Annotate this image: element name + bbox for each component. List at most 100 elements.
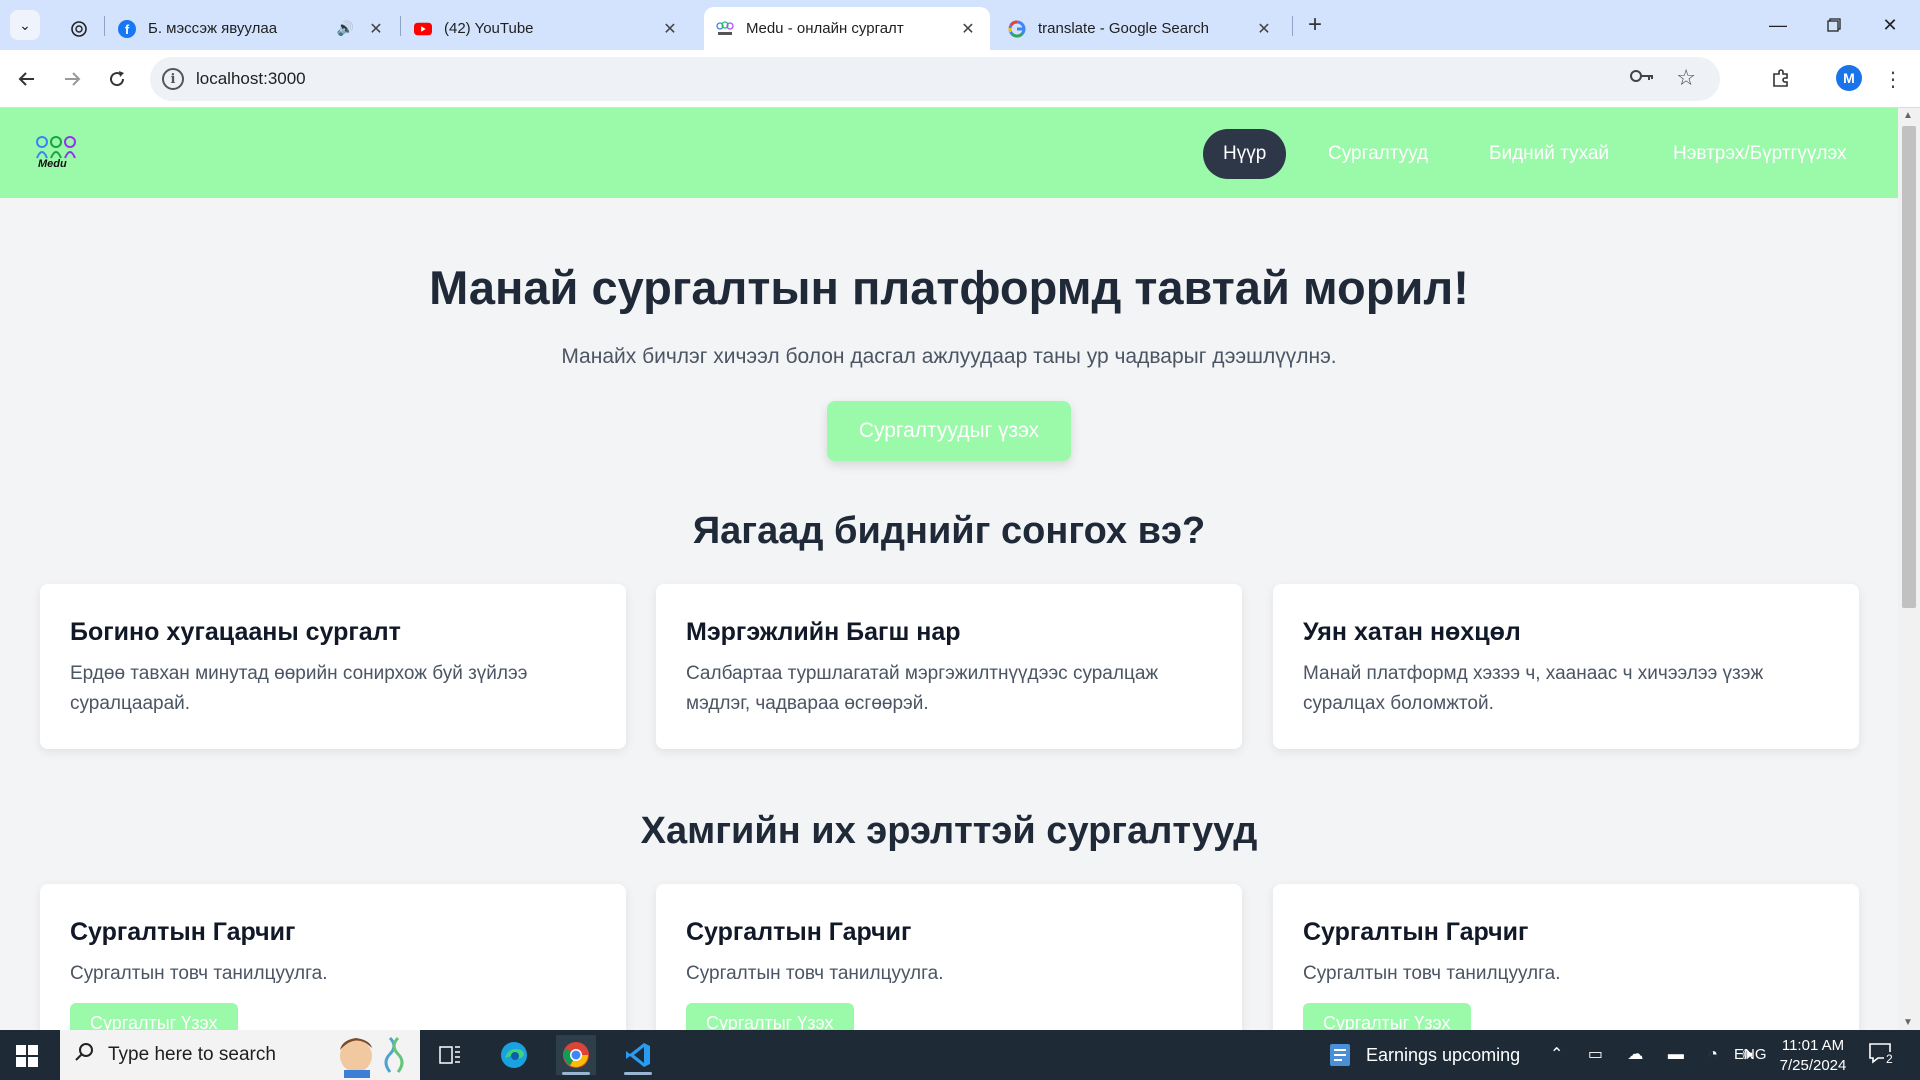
active-app-indicator: [562, 1072, 590, 1075]
tab-chatgpt[interactable]: [58, 7, 102, 50]
tab-title: translate - Google Search: [1038, 20, 1209, 37]
course-card-title: Сургалтын Гарчиг: [686, 918, 912, 946]
taskbar-clock[interactable]: 11:01 AM 7/25/2024: [1778, 1036, 1848, 1076]
nav-link-login[interactable]: Нэвтрэх/Бүртгүүлэх: [1653, 129, 1866, 179]
restore-button[interactable]: [1810, 10, 1858, 40]
stocks-icon: [1330, 1044, 1350, 1066]
feature-card-text: Манай платформд хэзээ ч, хаанаас ч хичээ…: [1303, 663, 1764, 714]
tab-title: (42) YouTube: [444, 20, 534, 37]
active-app-indicator: [624, 1072, 652, 1075]
site-navbar: Medu Нүүр Сургалтууд Бидний тухай Нэвтрэ…: [0, 108, 1898, 198]
course-card-text: Сургалтын товч танилцуулга.: [70, 963, 328, 984]
svg-text:f: f: [125, 22, 130, 37]
course-card-title: Сургалтын Гарчиг: [70, 918, 296, 946]
forward-button[interactable]: [55, 62, 89, 96]
view-course-button[interactable]: Сургалтыг Үзэх: [1303, 1003, 1471, 1030]
search-icon: [74, 1042, 94, 1068]
course-card-text: Сургалтын товч танилцуулга.: [686, 963, 944, 984]
language-indicator[interactable]: ENG: [1734, 1046, 1767, 1063]
password-key-icon[interactable]: [1630, 67, 1654, 88]
page-scrollbar[interactable]: ▲ ▼: [1898, 108, 1920, 1030]
course-card: Сургалтын Гарчиг Сургалтын товч танилцуу…: [656, 884, 1242, 1030]
address-bar[interactable]: i localhost:3000 ☆: [150, 57, 1720, 101]
close-icon[interactable]: ✕: [1254, 19, 1274, 39]
speaker-icon[interactable]: 🔊: [337, 20, 354, 37]
menu-kebab-icon[interactable]: ⋮: [1876, 62, 1910, 96]
profile-avatar[interactable]: M: [1836, 65, 1862, 91]
reload-button[interactable]: [100, 62, 134, 96]
taskbar-search-box[interactable]: Type here to search: [60, 1030, 420, 1080]
course-card-title: Сургалтын Гарчиг: [1303, 918, 1529, 946]
tab-medu[interactable]: Medu - онлайн сургалт ✕: [704, 7, 990, 50]
site-info-icon[interactable]: i: [162, 68, 184, 90]
reload-icon: [110, 71, 125, 87]
course-card: Сургалтын Гарчиг Сургалтын товч танилцуу…: [40, 884, 626, 1030]
tab-google[interactable]: translate - Google Search ✕: [996, 7, 1286, 50]
chatgpt-icon: [70, 20, 88, 38]
tab-search-button[interactable]: ⌄: [10, 10, 40, 40]
back-button[interactable]: [10, 62, 44, 96]
facebook-icon: f: [118, 19, 136, 38]
news-text: Earnings upcoming: [1366, 1044, 1521, 1065]
task-view-icon[interactable]: [430, 1035, 470, 1075]
view-course-button[interactable]: Сургалтыг Үзэх: [686, 1003, 854, 1030]
tab-strip: ⌄ f Б. мэссэж явуулаа 🔊 ✕ (42) YouTube ✕…: [0, 0, 1920, 50]
view-course-button[interactable]: Сургалтыг Үзэх: [70, 1003, 238, 1030]
windows-start-icon[interactable]: [16, 1045, 38, 1067]
feature-card-title: Уян хатан нөхцөл: [1303, 618, 1521, 646]
clock-time: 11:01 AM: [1781, 1037, 1845, 1054]
google-icon: [1008, 20, 1026, 38]
url-text[interactable]: localhost:3000: [196, 69, 306, 89]
feature-card: Богино хугацааны сургалт Ердөө тавхан ми…: [40, 584, 626, 749]
feature-card-title: Мэргэжлийн Багш нар: [686, 618, 961, 646]
medu-icon: [716, 20, 734, 38]
scroll-down-arrow[interactable]: ▼: [1903, 1017, 1913, 1028]
feature-card-title: Богино хугацааны сургалт: [70, 618, 401, 646]
scroll-up-arrow[interactable]: ▲: [1903, 110, 1913, 121]
page-viewport: Medu Нүүр Сургалтууд Бидний тухай Нэвтрэ…: [0, 108, 1898, 1030]
medu-logo[interactable]: Medu: [34, 134, 78, 172]
tab-facebook[interactable]: f Б. мэссэж явуулаа 🔊 ✕: [106, 7, 398, 50]
feature-card: Мэргэжлийн Багш нар Салбартаа туршлагата…: [656, 584, 1242, 749]
extensions-button[interactable]: [1764, 62, 1798, 96]
arrow-right-icon: [65, 72, 81, 86]
search-highlight-art: [340, 1036, 404, 1078]
vscode-icon[interactable]: [618, 1035, 658, 1075]
popular-courses-title: Хамгийн их эрэлттэй сургалтууд: [640, 810, 1258, 852]
notification-count: 2: [1884, 1052, 1895, 1066]
arrow-left-icon: [18, 72, 34, 86]
logo-text: Medu: [38, 158, 67, 170]
feature-card-text: Ердөө тавхан минутад өөрийн сонирхож буй…: [70, 663, 528, 714]
nav-link-about[interactable]: Бидний тухай: [1469, 129, 1629, 179]
tab-youtube[interactable]: (42) YouTube ✕: [402, 7, 692, 50]
youtube-icon: [414, 20, 432, 38]
browser-toolbar: i localhost:3000 ☆ M ⋮: [0, 50, 1920, 108]
course-card-text: Сургалтын товч танилцуулга.: [1303, 963, 1561, 984]
system-tray-icons[interactable]: ⌃ ▭ ☁ ▬ ◔ 🕪: [1550, 1044, 1763, 1064]
view-courses-button[interactable]: Сургалтуудыг үзэх: [827, 401, 1071, 461]
scrollbar-thumb[interactable]: [1902, 126, 1916, 608]
close-icon[interactable]: ✕: [366, 19, 386, 39]
puzzle-icon: [1773, 69, 1788, 87]
new-tab-button[interactable]: +: [1300, 12, 1330, 38]
hero-subtitle: Манайх бичлэг хичээл болон дасгал ажлууд…: [561, 345, 1337, 368]
notification-center-icon[interactable]: 2: [1868, 1042, 1898, 1068]
chevron-down-icon: ⌄: [19, 16, 31, 33]
why-us-title: Яагаад биднийг сонгох вэ?: [692, 510, 1206, 552]
hero-title: Манай сургалтын платформд тавтай морил!: [429, 261, 1469, 314]
close-icon[interactable]: ✕: [958, 19, 978, 39]
chrome-taskbar-icon[interactable]: [556, 1035, 596, 1075]
bookmark-star-icon[interactable]: ☆: [1676, 65, 1696, 91]
minimize-button[interactable]: —: [1754, 10, 1802, 40]
search-placeholder: Type here to search: [108, 1044, 276, 1065]
news-widget[interactable]: Earnings upcoming: [1328, 1042, 1520, 1068]
nav-link-courses[interactable]: Сургалтууд: [1308, 129, 1448, 179]
tab-title: Medu - онлайн сургалт: [746, 20, 904, 37]
tab-title: Б. мэссэж явуулаа: [148, 20, 278, 37]
nav-link-home[interactable]: Нүүр: [1203, 129, 1287, 179]
windows-taskbar: Type here to search Earnings upcoming ⌃ …: [0, 1030, 1920, 1080]
edge-icon[interactable]: [494, 1035, 534, 1075]
close-icon[interactable]: ✕: [660, 19, 680, 39]
close-window-button[interactable]: ✕: [1866, 10, 1914, 40]
feature-card-text: Салбартаа туршлагатай мэргэжилтнүүдээс с…: [686, 663, 1159, 714]
